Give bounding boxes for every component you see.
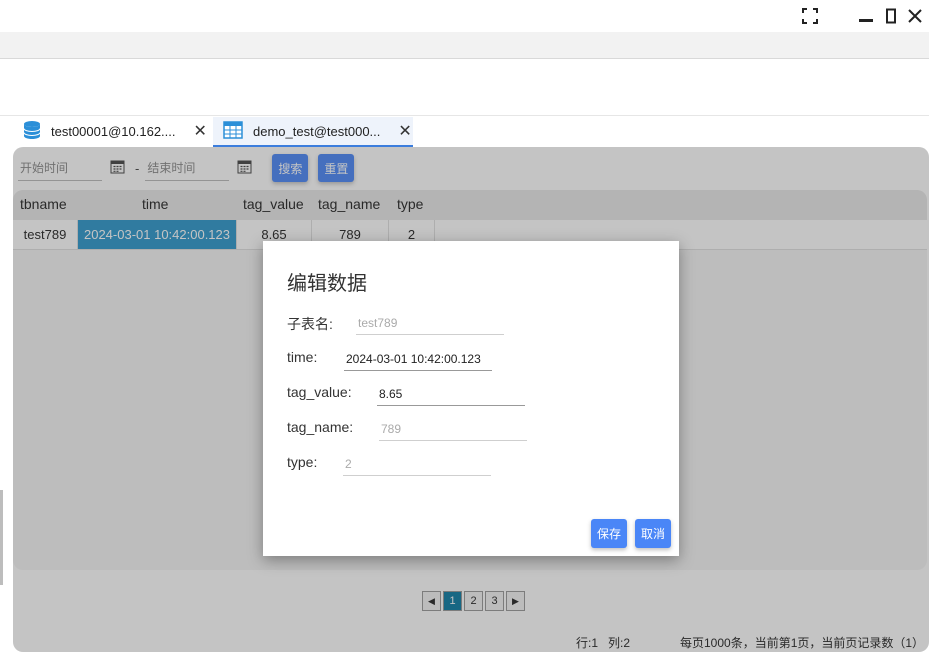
tab-label: demo_test@test000... — [253, 123, 381, 139]
tab-close-icon[interactable]: ✕ — [194, 121, 207, 141]
close-icon[interactable] — [904, 5, 926, 27]
tag-name-field: 789 — [379, 417, 527, 441]
ribbon-area — [0, 59, 929, 116]
tab-close-icon[interactable]: ✕ — [398, 121, 411, 141]
title-bar — [0, 0, 929, 32]
tab-bar: test00001@10.162.... ✕ demo_test@test000… — [13, 117, 413, 147]
left-scrollbar[interactable] — [0, 490, 3, 585]
save-button[interactable]: 保存 — [591, 519, 627, 548]
toolbar-strip — [0, 32, 929, 59]
edit-data-dialog: 编辑数据 子表名: test789 time: 2024-03-01 10:42… — [263, 241, 679, 556]
field-label: tag_name: — [287, 419, 354, 435]
tab-label: test00001@10.162.... — [51, 123, 176, 139]
cancel-button[interactable]: 取消 — [635, 519, 671, 548]
field-label: 子表名: — [287, 316, 333, 332]
minimize-icon[interactable] — [855, 5, 877, 27]
database-icon — [23, 120, 41, 143]
type-field: 2 — [343, 452, 491, 476]
dialog-title: 编辑数据 — [287, 273, 367, 295]
field-label: type: — [287, 454, 318, 470]
tag-value-field[interactable]: 8.65 — [377, 382, 525, 406]
subtable-name-field: test789 — [356, 311, 504, 335]
maximize-icon[interactable] — [880, 5, 902, 27]
fullscreen-icon[interactable] — [799, 5, 821, 27]
table-icon — [223, 120, 243, 142]
tab-test00001[interactable]: test00001@10.162.... ✕ — [13, 117, 213, 147]
tab-demo-test[interactable]: demo_test@test000... ✕ — [213, 117, 413, 147]
field-label: tag_value: — [287, 384, 352, 400]
time-field[interactable]: 2024-03-01 10:42:00.123 — [344, 347, 492, 371]
field-label: time: — [287, 349, 318, 365]
